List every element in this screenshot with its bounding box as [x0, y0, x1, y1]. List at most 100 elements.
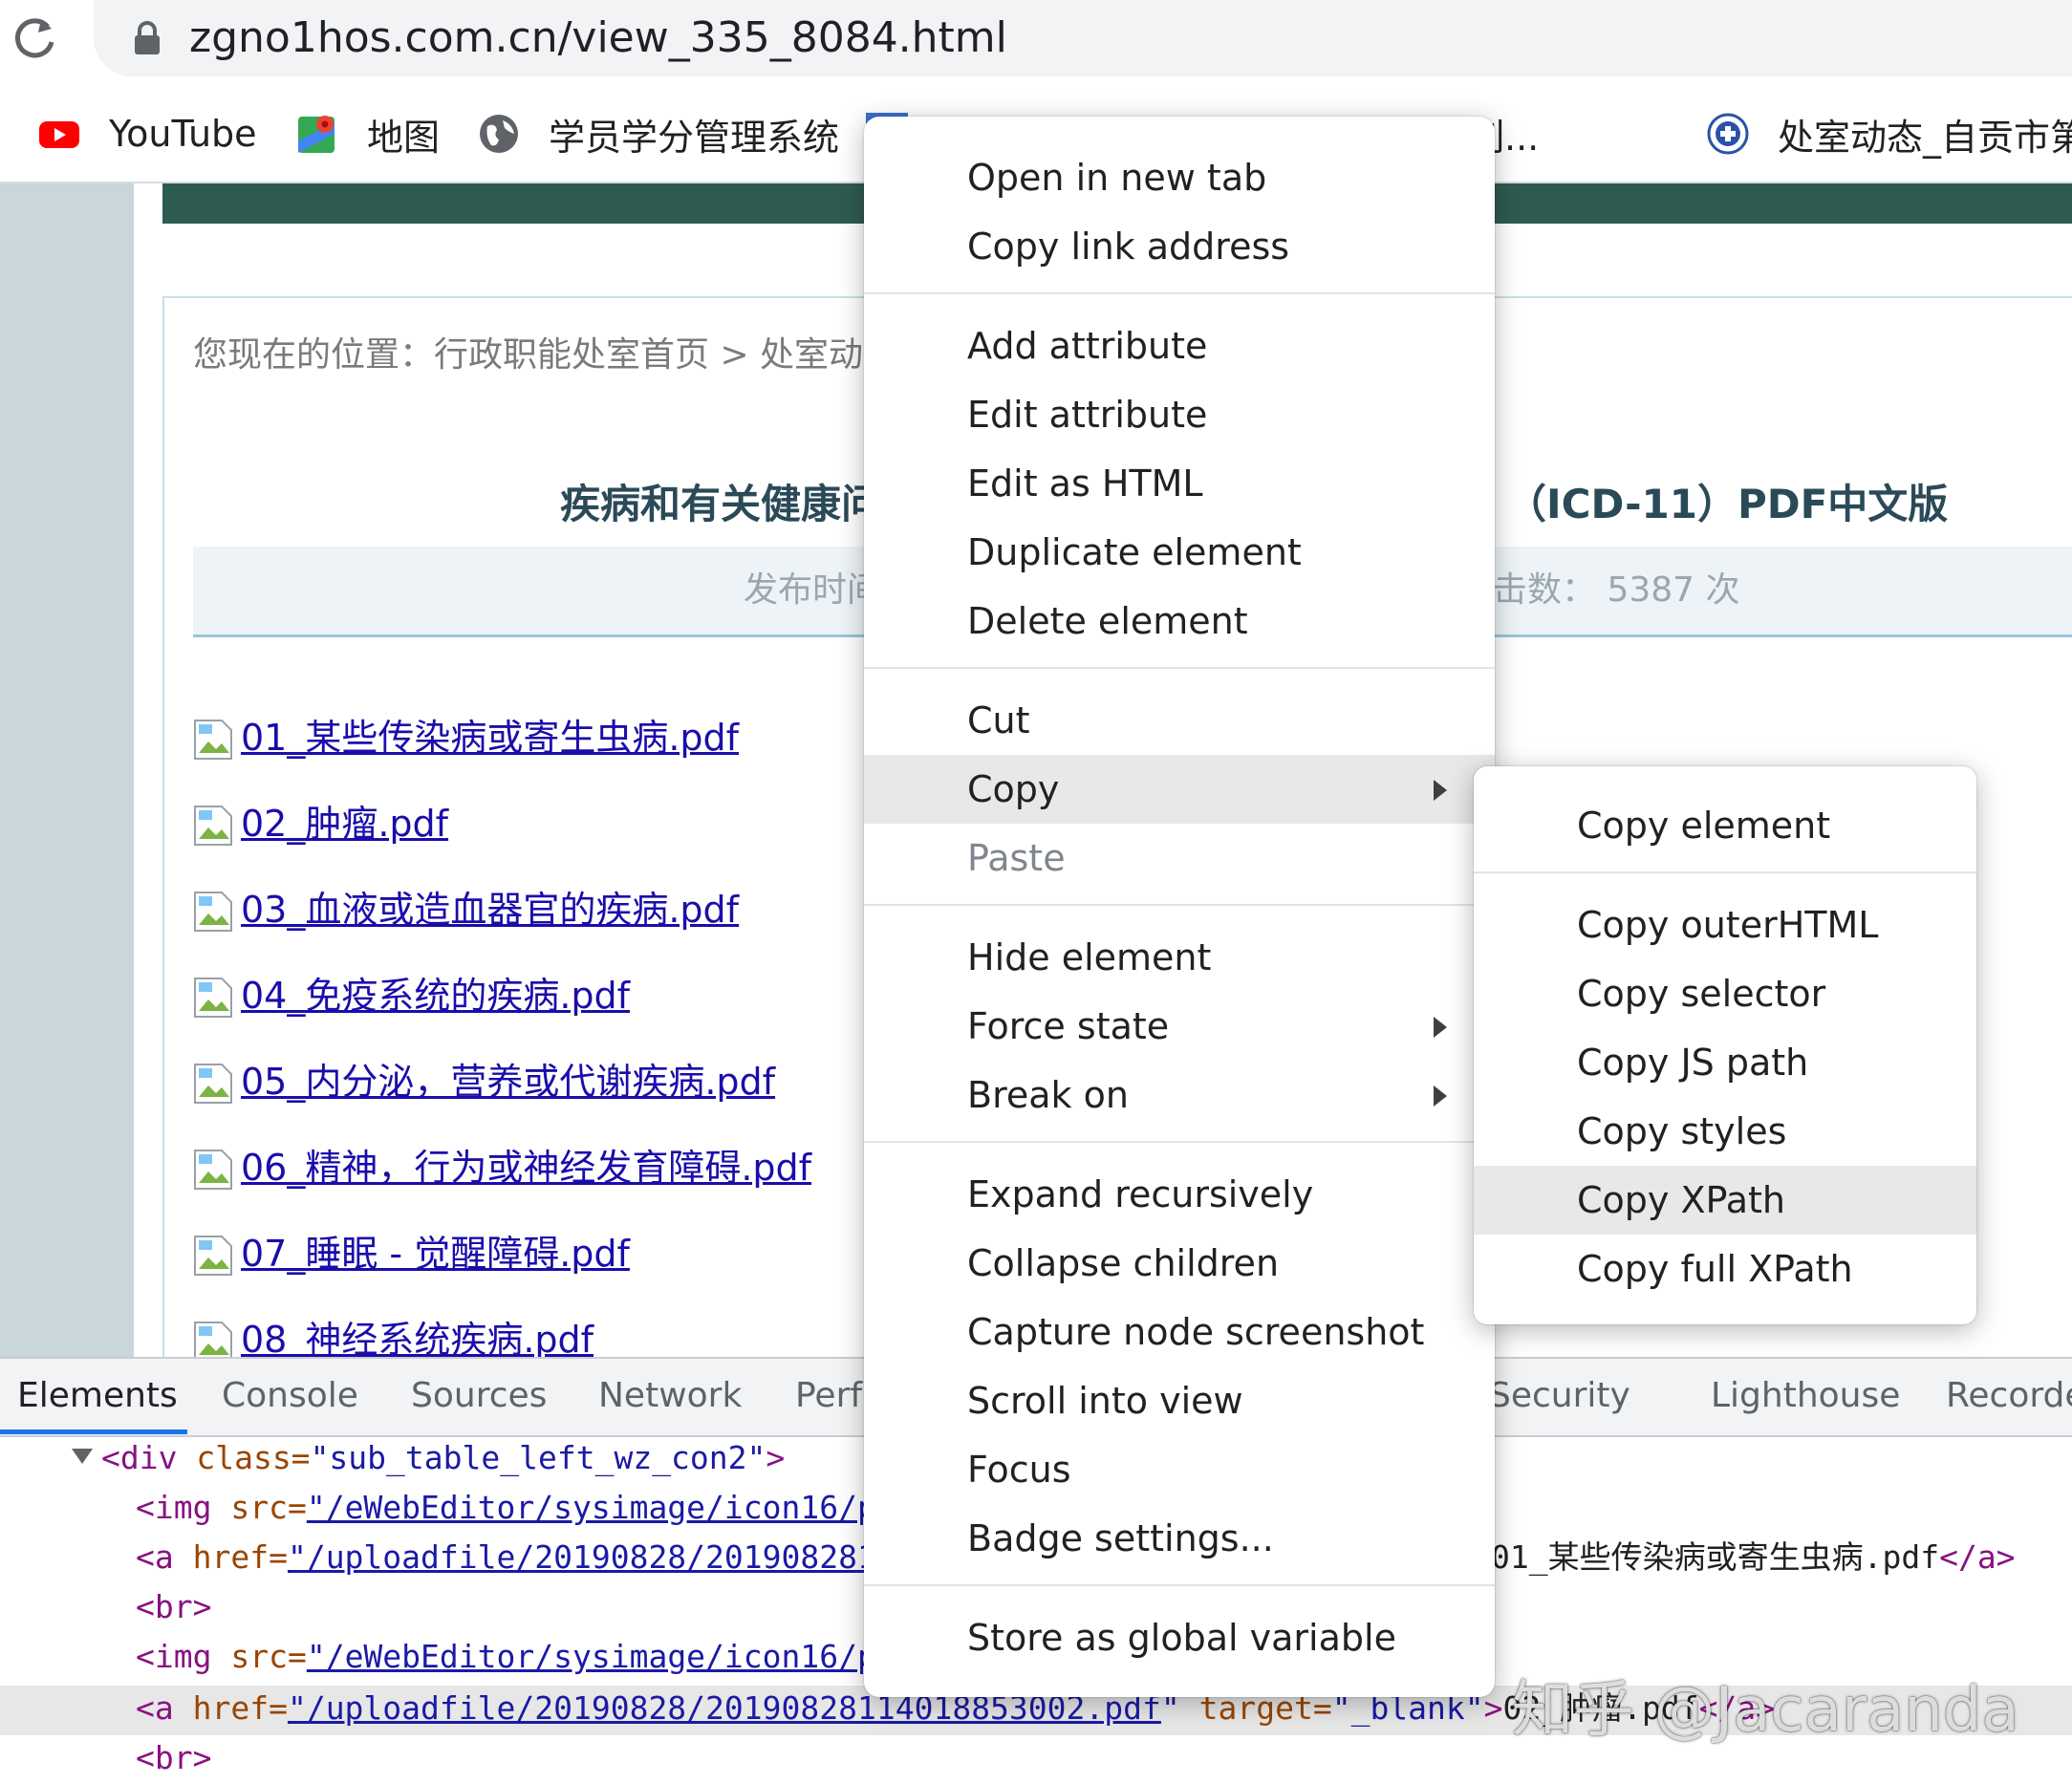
menu-item-label: Scroll into view — [967, 1380, 1243, 1422]
bookmark-label: 处室动态_自贡市第 — [1778, 116, 2072, 159]
youtube-icon — [38, 113, 80, 155]
file-link[interactable]: 04_免疫系统的疾病.pdf — [241, 966, 630, 1019]
menu-item-label: Focus — [967, 1449, 1071, 1491]
menu-item-label: Expand recursively — [967, 1173, 1314, 1215]
tab-sources[interactable]: Sources — [411, 1376, 547, 1415]
submenu-separator — [1474, 871, 1976, 873]
menu-item-edit-as-html[interactable]: Edit as HTML — [864, 449, 1495, 518]
dom-node-br[interactable]: <br> — [136, 1584, 211, 1630]
menu-item-copy-link-address[interactable]: Copy link address — [864, 212, 1495, 281]
breadcrumb[interactable]: 您现在的位置：行政职能处室首页 > 处室动 — [193, 327, 863, 376]
tab-elements[interactable]: Elements — [17, 1376, 178, 1415]
menu-item-label: Delete element — [967, 600, 1248, 642]
menu-item-label: Edit as HTML — [967, 462, 1203, 505]
bookmark-hospital-news[interactable]: 处室动态_自贡市第 — [1707, 105, 2072, 162]
file-link[interactable]: 08_神经系统疾病.pdf — [241, 1310, 594, 1363]
menu-item-collapse-children[interactable]: Collapse children — [864, 1229, 1495, 1298]
menu-item-hide-element[interactable]: Hide element — [864, 923, 1495, 992]
submenu-item-copy-styles[interactable]: Copy styles — [1474, 1097, 1976, 1166]
dom-node-br[interactable]: <br> — [136, 1735, 211, 1781]
menu-item-copy[interactable]: Copy — [864, 755, 1495, 824]
submenu-item-label: Copy JS path — [1577, 1042, 1809, 1084]
dom-node-img[interactable]: <img src="/eWebEditor/sysimage/icon16/p — [136, 1634, 876, 1680]
menu-item-force-state[interactable]: Force state — [864, 992, 1495, 1061]
menu-item-label: Break on — [967, 1074, 1129, 1116]
menu-item-label: Add attribute — [967, 325, 1208, 367]
file-link[interactable]: 05_内分泌，营养或代谢疾病.pdf — [241, 1052, 775, 1105]
menu-item-delete-element[interactable]: Delete element — [864, 587, 1495, 656]
dom-node-img[interactable]: <img src="/eWebEditor/sysimage/icon16/p — [136, 1485, 876, 1531]
menu-item-label: Collapse children — [967, 1242, 1280, 1284]
submenu-item-label: Copy selector — [1577, 973, 1826, 1015]
menu-item-cut[interactable]: Cut — [864, 686, 1495, 755]
file-link[interactable]: 07_睡眠 - 觉醒障碍.pdf — [241, 1224, 630, 1277]
bookmark-label: 学员学分管理系统 — [549, 116, 840, 159]
file-list-item[interactable]: 07_睡眠 - 觉醒障碍.pdf — [193, 1223, 630, 1277]
file-list-item[interactable]: 08_神经系统疾病.pdf — [193, 1309, 594, 1363]
bookmark-maps[interactable]: 地图 — [296, 105, 440, 162]
submenu-item-copy-selector[interactable]: Copy selector — [1474, 959, 1976, 1028]
menu-item-expand-recursively[interactable]: Expand recursively — [864, 1160, 1495, 1229]
collapse-triangle-icon[interactable] — [71, 1447, 94, 1470]
file-list-item[interactable]: 01_某些传染病或寄生虫病.pdf — [193, 707, 739, 761]
menu-item-label: Copy — [967, 768, 1060, 810]
menu-item-paste: Paste — [864, 824, 1495, 892]
broken-image-icon — [193, 975, 237, 1019]
file-link[interactable]: 02_肿瘤.pdf — [241, 794, 448, 847]
menu-item-open-in-new-tab[interactable]: Open in new tab — [864, 143, 1495, 212]
tab-recorder[interactable]: Recorde — [1946, 1376, 2072, 1415]
menu-item-break-on[interactable]: Break on — [864, 1061, 1495, 1129]
bookmark-credit-system[interactable]: 学员学分管理系统 — [478, 105, 839, 162]
file-list-item[interactable]: 02_肿瘤.pdf — [193, 793, 448, 847]
submenu-item-label: Copy full XPath — [1577, 1248, 1853, 1290]
menu-item-duplicate-element[interactable]: Duplicate element — [864, 518, 1495, 587]
dom-node-a-text[interactable]: 01_某些传染病或寄生虫病.pdf</a> — [1491, 1535, 2016, 1580]
submenu-item-copy-js-path[interactable]: Copy JS path — [1474, 1028, 1976, 1097]
reload-icon[interactable] — [10, 13, 59, 63]
file-link[interactable]: 01_某些传染病或寄生虫病.pdf — [241, 708, 739, 761]
submenu-item-label: Copy styles — [1577, 1110, 1787, 1152]
submenu-item-copy-element[interactable]: Copy element — [1474, 791, 1976, 860]
file-link[interactable]: 06_精神，行为或神经发育障碍.pdf — [241, 1138, 811, 1191]
tab-security[interactable]: Security — [1489, 1376, 1630, 1415]
tab-console[interactable]: Console — [222, 1376, 358, 1415]
menu-item-edit-attribute[interactable]: Edit attribute — [864, 380, 1495, 449]
maps-icon — [296, 113, 338, 155]
broken-image-icon — [193, 889, 237, 933]
menu-separator — [864, 1141, 1495, 1143]
submenu-item-label: Copy outerHTML — [1577, 904, 1879, 946]
file-list-item[interactable]: 06_精神，行为或神经发育障碍.pdf — [193, 1137, 811, 1191]
file-link[interactable]: 03_血液或造血器官的疾病.pdf — [241, 880, 739, 933]
bookmark-youtube[interactable]: YouTube — [38, 105, 257, 162]
submenu-item-copy-full-xpath[interactable]: Copy full XPath — [1474, 1235, 1976, 1303]
dom-node-div[interactable]: <div class="sub_table_left_wz_con2"> — [101, 1435, 785, 1481]
dom-node-a[interactable]: <a href="/uploadfile/20190828/201908281 — [136, 1535, 876, 1580]
menu-item-focus[interactable]: Focus — [864, 1435, 1495, 1504]
submenu-item-label: Copy XPath — [1577, 1179, 1785, 1221]
active-tab-indicator — [0, 1429, 187, 1434]
file-list-item[interactable]: 05_内分泌，营养或代谢疾病.pdf — [193, 1051, 775, 1105]
file-list-item[interactable]: 03_血液或造血器官的疾病.pdf — [193, 879, 739, 933]
watermark: 知乎 @Jacaranda — [1512, 1675, 2019, 1746]
menu-separator — [864, 1584, 1495, 1586]
submenu-item-copy-xpath[interactable]: Copy XPath — [1474, 1166, 1976, 1235]
publish-time-label: 发布时间 — [744, 570, 882, 610]
tab-network[interactable]: Network — [598, 1376, 742, 1415]
file-list-item[interactable]: 04_免疫系统的疾病.pdf — [193, 965, 630, 1019]
lock-icon[interactable] — [134, 21, 161, 55]
menu-item-store-as-global-variable[interactable]: Store as global variable — [864, 1603, 1495, 1672]
submenu-arrow-icon — [1434, 1017, 1447, 1038]
menu-item-label: Paste — [967, 837, 1066, 879]
broken-image-icon — [193, 1147, 237, 1191]
menu-item-scroll-into-view[interactable]: Scroll into view — [864, 1366, 1495, 1435]
tab-lighthouse[interactable]: Lighthouse — [1711, 1376, 1900, 1415]
menu-item-label: Edit attribute — [967, 394, 1208, 436]
page-title: 疾病和有关健康问 — [560, 481, 882, 527]
menu-item-badge-settings[interactable]: Badge settings... — [864, 1504, 1495, 1573]
submenu-item-label: Copy element — [1577, 805, 1831, 847]
url-text[interactable]: zgno1hos.com.cn/view_335_8084.html — [189, 10, 1007, 67]
menu-item-capture-node-screenshot[interactable]: Capture node screenshot — [864, 1298, 1495, 1366]
bookmark-label: YouTube — [109, 113, 257, 155]
submenu-item-copy-outerhtml[interactable]: Copy outerHTML — [1474, 891, 1976, 959]
menu-item-add-attribute[interactable]: Add attribute — [864, 312, 1495, 380]
